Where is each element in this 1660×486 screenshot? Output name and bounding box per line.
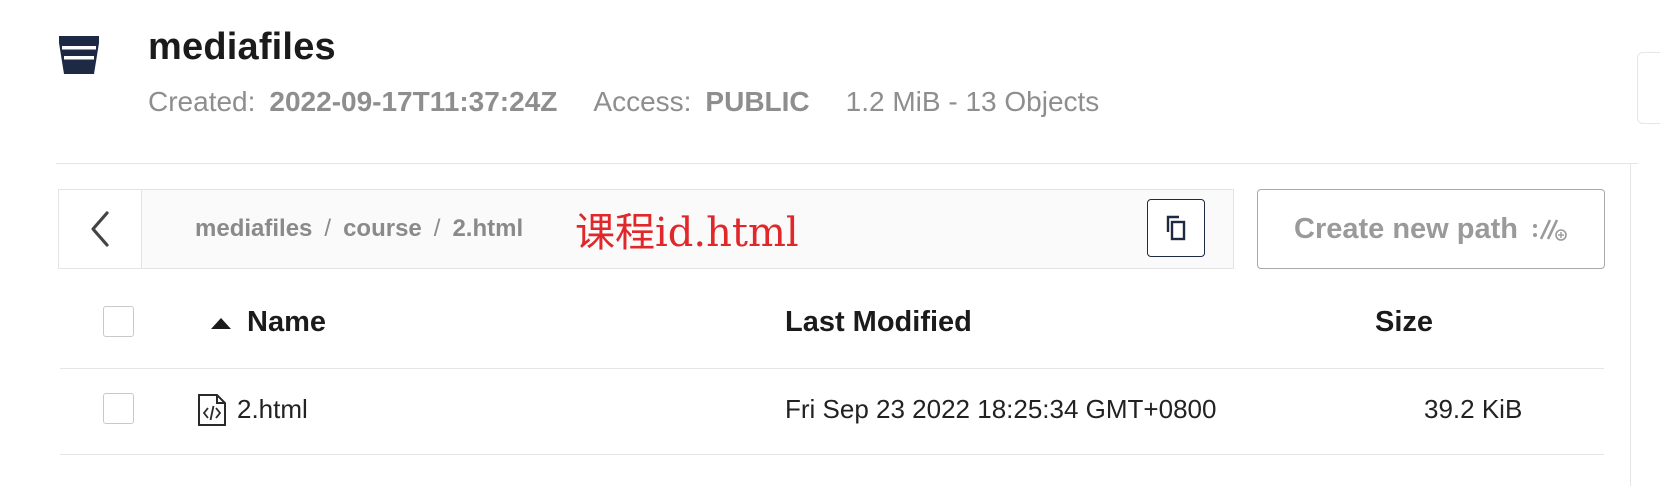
row-checkbox[interactable] xyxy=(103,393,134,424)
usage-summary: 1.2 MiB - 13 Objects xyxy=(845,86,1100,117)
file-size: 39.2 KiB xyxy=(1424,394,1523,424)
bucket-meta: Created: 2022-09-17T11:37:24Z Access: PUBLI… xyxy=(148,86,1099,118)
created-value: 2022-09-17T11:37:24Z xyxy=(269,86,558,117)
breadcrumb-separator: / xyxy=(324,215,332,242)
breadcrumb-separator: / xyxy=(433,215,441,242)
column-header-last-modified[interactable]: Last Modified xyxy=(785,306,972,339)
copy-path-button[interactable] xyxy=(1147,199,1205,257)
column-header-name[interactable]: Name xyxy=(247,306,326,339)
breadcrumb: mediafiles / course / 2.html xyxy=(195,190,523,268)
access-value: PUBLIC xyxy=(705,86,810,117)
header-divider xyxy=(56,163,1638,164)
file-name[interactable]: 2.html xyxy=(237,394,308,425)
html-file-icon xyxy=(196,393,228,427)
file-last-modified: Fri Sep 23 2022 18:25:34 GMT+0800 xyxy=(785,394,1217,424)
back-button[interactable] xyxy=(59,190,142,268)
create-new-path-button[interactable]: Create new path xyxy=(1257,189,1605,269)
column-header-size[interactable]: Size xyxy=(1375,306,1433,339)
red-annotation-text: 课程id.html xyxy=(575,210,799,256)
bucket-title: mediafiles xyxy=(148,26,336,68)
copy-icon xyxy=(1166,215,1186,241)
content-right-divider xyxy=(1630,164,1631,486)
header-row-divider xyxy=(60,368,1604,369)
created-label: Created: xyxy=(148,86,256,117)
sort-ascending-icon[interactable] xyxy=(211,318,231,329)
create-new-path-label: Create new path xyxy=(1294,212,1518,245)
path-bar: mediafiles / course / 2.html 课程id.html xyxy=(58,189,1234,269)
breadcrumb-item-bucket[interactable]: mediafiles xyxy=(195,215,312,243)
row-divider xyxy=(60,454,1604,455)
access-label: Access: xyxy=(593,86,692,117)
breadcrumb-item-file[interactable]: 2.html xyxy=(452,215,523,243)
breadcrumb-item-folder[interactable]: course xyxy=(343,215,422,243)
chevron-left-icon xyxy=(91,211,109,247)
bucket-icon xyxy=(56,33,102,77)
select-all-checkbox[interactable] xyxy=(103,306,134,337)
bucket-browser-page: mediafiles Created: 2022-09-17T11:37:24Z A… xyxy=(0,0,1660,486)
new-path-icon xyxy=(1532,216,1568,242)
header-side-panel xyxy=(1637,52,1660,124)
